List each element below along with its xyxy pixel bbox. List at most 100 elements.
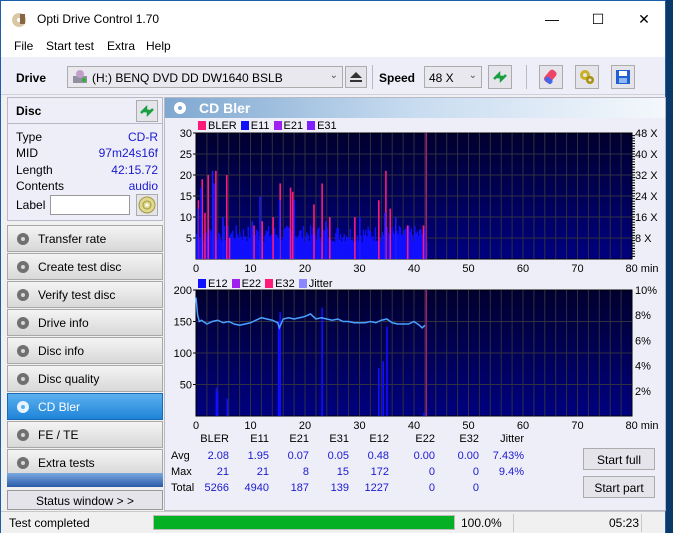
bler-bar bbox=[313, 204, 315, 259]
e11-bar bbox=[345, 236, 348, 259]
x-tick-label: 60 bbox=[517, 420, 529, 432]
e11-bar bbox=[236, 234, 239, 259]
y2-tick-label: 2% bbox=[635, 386, 651, 398]
menu-bar: File Start test Extra Help bbox=[1, 37, 665, 57]
stats-cell: 187 bbox=[290, 482, 309, 494]
x-tick-label: 0 bbox=[193, 420, 199, 432]
bler-bar bbox=[291, 191, 294, 259]
write-label-button[interactable] bbox=[136, 194, 158, 216]
disc-info-panel: Disc Type CD-R MID 97m24s16f Length 42:15.7… bbox=[7, 97, 163, 221]
e11-bar bbox=[338, 239, 341, 259]
stats-col-header: E11 bbox=[250, 433, 269, 445]
gears-icon bbox=[580, 70, 594, 84]
e11-bar bbox=[341, 241, 343, 259]
status-window-button[interactable]: Status window > > bbox=[7, 490, 163, 510]
maximize-button[interactable]: ☐ bbox=[575, 5, 621, 33]
y-tick-label: 5 bbox=[186, 233, 192, 245]
e11-bar bbox=[394, 217, 397, 259]
menu-help[interactable]: Help bbox=[146, 39, 171, 53]
x-tick-label: 80 min bbox=[625, 263, 658, 275]
stats-cell: 172 bbox=[370, 466, 389, 478]
e11-bar bbox=[384, 212, 386, 259]
e11-bar bbox=[419, 229, 421, 259]
nav-disc-quality[interactable]: Disc quality bbox=[7, 365, 163, 392]
e11-bar bbox=[318, 227, 320, 259]
speed-value: 48 X bbox=[429, 71, 454, 85]
save-button[interactable] bbox=[611, 65, 635, 89]
e11-bar bbox=[387, 233, 390, 259]
bler-bar bbox=[207, 175, 210, 259]
stats-cell: 9.4% bbox=[498, 466, 524, 478]
stats-row-label: Avg bbox=[171, 450, 190, 462]
e11-bar bbox=[342, 237, 344, 259]
disc-key: MID bbox=[16, 146, 38, 160]
nav-extra-tests[interactable]: Extra tests bbox=[7, 449, 163, 476]
menu-start-test[interactable]: Start test bbox=[46, 39, 94, 53]
nav-label: Disc quality bbox=[38, 372, 100, 386]
e11-bar bbox=[366, 236, 368, 259]
e11-bar bbox=[315, 240, 318, 259]
e11-bar bbox=[314, 234, 317, 259]
e11-bar bbox=[343, 233, 345, 259]
nav-disc-info[interactable]: Disc info bbox=[7, 337, 163, 364]
e11-bar bbox=[251, 221, 254, 259]
drive-select[interactable]: (H:) BENQ DVD DD DW1640 BSLB ⌄ bbox=[67, 66, 343, 88]
app-window: Opti Drive Control 1.70 — ☐ ✕ File Start… bbox=[0, 0, 666, 533]
e11-bar bbox=[248, 238, 251, 259]
minimize-button[interactable]: — bbox=[529, 5, 575, 33]
disc-gear-icon bbox=[17, 261, 29, 273]
e11-bar bbox=[351, 239, 354, 259]
menu-file[interactable]: File bbox=[14, 39, 33, 53]
stats-cell: 15 bbox=[336, 466, 349, 478]
e11-bar bbox=[247, 226, 249, 259]
erase-button[interactable] bbox=[539, 65, 563, 89]
e12-bar bbox=[382, 361, 384, 416]
nav-drive-info[interactable]: Drive info bbox=[7, 309, 163, 336]
e11-bar bbox=[337, 228, 339, 259]
y-tick-label: 150 bbox=[174, 317, 192, 329]
e11-bar bbox=[234, 239, 236, 259]
e11-bar bbox=[267, 226, 270, 259]
disc-gear-icon bbox=[17, 457, 29, 469]
speed-select[interactable]: 48 X ⌄ bbox=[424, 66, 482, 88]
e11-bar bbox=[323, 230, 325, 259]
start-full-button[interactable]: Start full bbox=[583, 448, 655, 470]
e11-bar bbox=[275, 234, 277, 259]
disc-refresh-button[interactable] bbox=[136, 100, 158, 122]
bler-bar bbox=[215, 170, 217, 259]
e11-bar bbox=[411, 234, 414, 259]
stats-cell: 0 bbox=[428, 466, 435, 478]
e11-bar bbox=[200, 187, 202, 259]
y2-tick-label: 48 X bbox=[635, 129, 658, 140]
start-part-button[interactable]: Start part bbox=[583, 476, 655, 498]
bler-bar bbox=[261, 221, 263, 259]
nav-verify-test-disc[interactable]: Verify test disc bbox=[7, 281, 163, 308]
stats-col-header: E12 bbox=[369, 433, 389, 445]
e11-bar bbox=[259, 196, 261, 259]
nav-label: Drive info bbox=[38, 316, 89, 330]
bler-bar bbox=[253, 225, 255, 259]
nav-create-test-disc[interactable]: Create test disc bbox=[7, 253, 163, 280]
e11-bar bbox=[301, 237, 303, 259]
e11-bar bbox=[391, 227, 393, 259]
disc-panel-header: Disc bbox=[8, 98, 162, 124]
close-button[interactable]: ✕ bbox=[621, 5, 667, 33]
settings-button[interactable] bbox=[575, 65, 599, 89]
floppy-save-icon bbox=[616, 70, 630, 84]
e11-bar bbox=[299, 230, 301, 259]
disc-label-input[interactable] bbox=[50, 195, 130, 215]
nav-fe-te[interactable]: FE / TE bbox=[7, 421, 163, 448]
eject-button[interactable] bbox=[345, 66, 367, 88]
nav-transfer-rate[interactable]: Transfer rate bbox=[7, 225, 163, 252]
refresh-speed-button[interactable] bbox=[488, 65, 512, 89]
e11-bar bbox=[403, 230, 405, 259]
nav-cd-bler[interactable]: CD Bler bbox=[7, 393, 163, 420]
e11-bar bbox=[398, 225, 401, 259]
nav-label: Create test disc bbox=[38, 260, 122, 274]
bler-bar bbox=[406, 225, 409, 259]
menu-extra[interactable]: Extra bbox=[107, 39, 135, 53]
e11-bar bbox=[417, 235, 420, 259]
e11-bar bbox=[287, 226, 289, 259]
e11-bar bbox=[213, 183, 216, 259]
toolbar: Drive (H:) BENQ DVD DD DW1640 BSLB ⌄ Spe… bbox=[1, 57, 665, 95]
